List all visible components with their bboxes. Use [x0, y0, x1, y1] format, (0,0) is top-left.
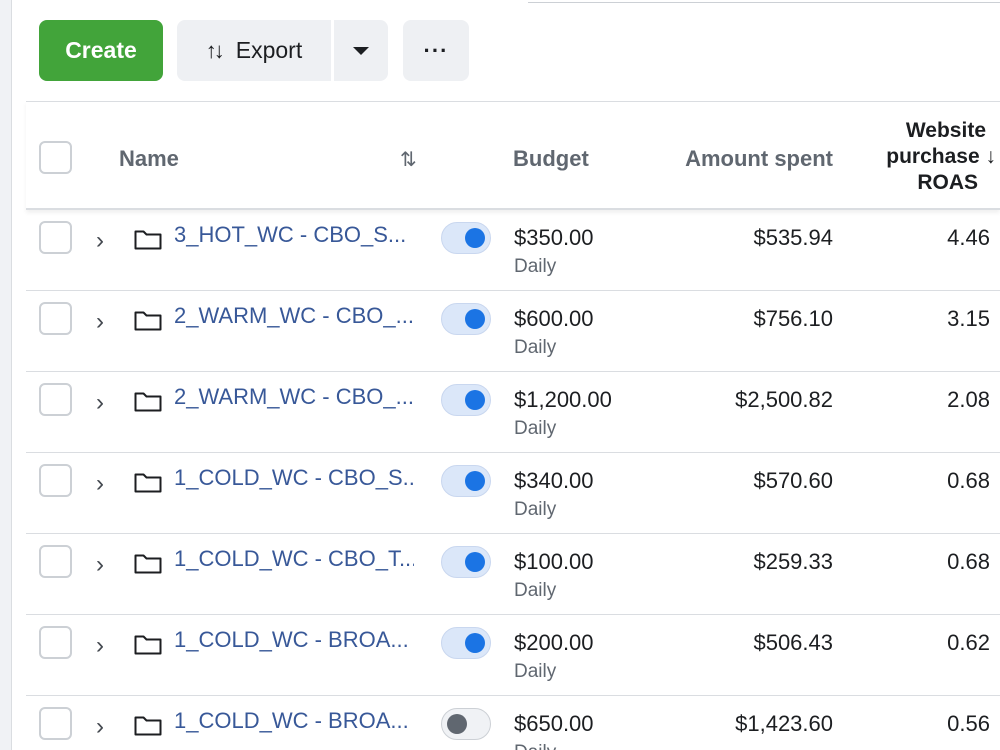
- budget-value: $100.00: [514, 549, 594, 574]
- chevron-right-icon[interactable]: ›: [96, 227, 104, 255]
- column-header-amount-spent[interactable]: Amount spent: [626, 146, 833, 172]
- budget-period: Daily: [514, 742, 556, 750]
- toggle-knob: [465, 228, 485, 248]
- folder-icon: [134, 635, 162, 655]
- campaigns-table: Name ⇅ Budget Amount spent Website purch…: [26, 101, 1000, 750]
- amount-spent-value: $2,500.82: [735, 387, 833, 412]
- row-checkbox[interactable]: [39, 464, 72, 497]
- campaign-toggle[interactable]: [441, 465, 491, 497]
- roas-value: 0.56: [947, 711, 990, 736]
- campaign-name-link[interactable]: 1_COLD_WC - BROA...: [174, 627, 414, 653]
- chevron-right-icon[interactable]: ›: [96, 551, 104, 579]
- table-row[interactable]: › 2_WARM_WC - CBO_... $600.00 Daily $756…: [26, 291, 1000, 372]
- budget-value: $1,200.00: [514, 387, 612, 412]
- row-checkbox[interactable]: [39, 302, 72, 335]
- row-checkbox[interactable]: [39, 383, 72, 416]
- folder-icon: [134, 311, 162, 331]
- amount-spent-value: $535.94: [753, 225, 833, 250]
- roas-value: 0.68: [947, 468, 990, 493]
- row-checkbox[interactable]: [39, 626, 72, 659]
- roas-value: 3.15: [947, 306, 990, 331]
- table-row[interactable]: › 2_WARM_WC - CBO_... $1,200.00 Daily $2…: [26, 372, 1000, 453]
- budget-period: Daily: [514, 580, 557, 601]
- column-header-name[interactable]: Name: [119, 146, 179, 172]
- chevron-right-icon[interactable]: ›: [96, 389, 104, 417]
- campaign-toggle[interactable]: [441, 627, 491, 659]
- top-input-edge[interactable]: [528, 0, 1000, 3]
- table-row[interactable]: › 1_COLD_WC - BROA... $200.00 Daily $506…: [26, 615, 1000, 696]
- column-header-website-purchase-roas[interactable]: Website purchase ↓ ROAS: [876, 118, 996, 196]
- roas-value: 0.68: [947, 549, 990, 574]
- select-all-checkbox[interactable]: [39, 141, 72, 174]
- table-row[interactable]: › 1_COLD_WC - BROA... $650.00 Daily $1,4…: [26, 696, 1000, 750]
- budget-period: Daily: [514, 661, 557, 682]
- folder-icon: [134, 716, 162, 736]
- toggle-knob: [465, 633, 485, 653]
- sort-icon[interactable]: ⇅: [400, 147, 417, 172]
- campaign-toggle[interactable]: [441, 222, 491, 254]
- chevron-right-icon[interactable]: ›: [96, 632, 104, 660]
- campaign-name-link[interactable]: 2_WARM_WC - CBO_...: [174, 303, 414, 329]
- export-dropdown-button[interactable]: [334, 20, 388, 81]
- campaign-name-link[interactable]: 1_COLD_WC - BROA...: [174, 708, 414, 734]
- folder-icon: [134, 392, 162, 412]
- roas-header-line-2: purchase ↓: [886, 145, 996, 168]
- roas-value: 0.62: [947, 630, 990, 655]
- export-button[interactable]: ↑↓ Export: [177, 20, 331, 81]
- amount-spent-value: $756.10: [753, 306, 833, 331]
- campaign-toggle[interactable]: [441, 546, 491, 578]
- roas-header-line-3: ROAS: [917, 171, 978, 194]
- budget-period: Daily: [514, 337, 557, 358]
- column-header-budget[interactable]: Budget: [513, 146, 589, 172]
- chevron-right-icon[interactable]: ›: [96, 713, 104, 741]
- import-export-arrows-icon: ↑↓: [205, 37, 225, 63]
- create-button[interactable]: Create: [39, 20, 163, 81]
- toggle-knob: [465, 471, 485, 491]
- toggle-knob: [465, 309, 485, 329]
- amount-spent-value: $570.60: [753, 468, 833, 493]
- campaign-toggle[interactable]: [441, 303, 491, 335]
- budget-period: Daily: [514, 499, 557, 520]
- campaign-name-link[interactable]: 3_HOT_WC - CBO_S...: [174, 222, 414, 248]
- folder-icon: [134, 554, 162, 574]
- amount-spent-value: $1,423.60: [735, 711, 833, 736]
- budget-period: Daily: [514, 256, 557, 277]
- amount-spent-value: $259.33: [753, 549, 833, 574]
- more-options-button[interactable]: ···: [403, 20, 469, 81]
- budget-period: Daily: [514, 418, 557, 439]
- roas-header-line-1: Website: [905, 119, 986, 142]
- campaign-toggle[interactable]: [441, 708, 491, 740]
- chevron-right-icon[interactable]: ›: [96, 470, 104, 498]
- chevron-right-icon[interactable]: ›: [96, 308, 104, 336]
- row-checkbox[interactable]: [39, 221, 72, 254]
- budget-value: $340.00: [514, 468, 594, 493]
- row-checkbox[interactable]: [39, 707, 72, 740]
- folder-icon: [134, 230, 162, 250]
- table-header: Name ⇅ Budget Amount spent Website purch…: [26, 101, 1000, 210]
- caret-down-icon: [353, 46, 369, 55]
- toggle-knob: [447, 714, 467, 734]
- toggle-knob: [465, 552, 485, 572]
- budget-value: $350.00: [514, 225, 594, 250]
- budget-value: $200.00: [514, 630, 594, 655]
- budget-value: $650.00: [514, 711, 594, 736]
- toolbar: Create ↑↓ Export ···: [39, 20, 469, 81]
- export-label: Export: [235, 37, 303, 63]
- table-row[interactable]: › 1_COLD_WC - CBO_T... $100.00 Daily $25…: [26, 534, 1000, 615]
- row-checkbox[interactable]: [39, 545, 72, 578]
- table-row[interactable]: › 3_HOT_WC - CBO_S... $350.00 Daily $535…: [26, 210, 1000, 291]
- table-body: › 3_HOT_WC - CBO_S... $350.00 Daily $535…: [26, 210, 1000, 750]
- roas-value: 2.08: [947, 387, 990, 412]
- campaign-toggle[interactable]: [441, 384, 491, 416]
- campaign-name-link[interactable]: 1_COLD_WC - CBO_S...: [174, 465, 414, 491]
- toggle-knob: [465, 390, 485, 410]
- left-rail: [0, 0, 12, 750]
- amount-spent-value: $506.43: [753, 630, 833, 655]
- campaign-name-link[interactable]: 1_COLD_WC - CBO_T...: [174, 546, 414, 572]
- campaign-name-link[interactable]: 2_WARM_WC - CBO_...: [174, 384, 414, 410]
- folder-icon: [134, 473, 162, 493]
- roas-value: 4.46: [947, 225, 990, 250]
- table-row[interactable]: › 1_COLD_WC - CBO_S... $340.00 Daily $57…: [26, 453, 1000, 534]
- budget-value: $600.00: [514, 306, 594, 331]
